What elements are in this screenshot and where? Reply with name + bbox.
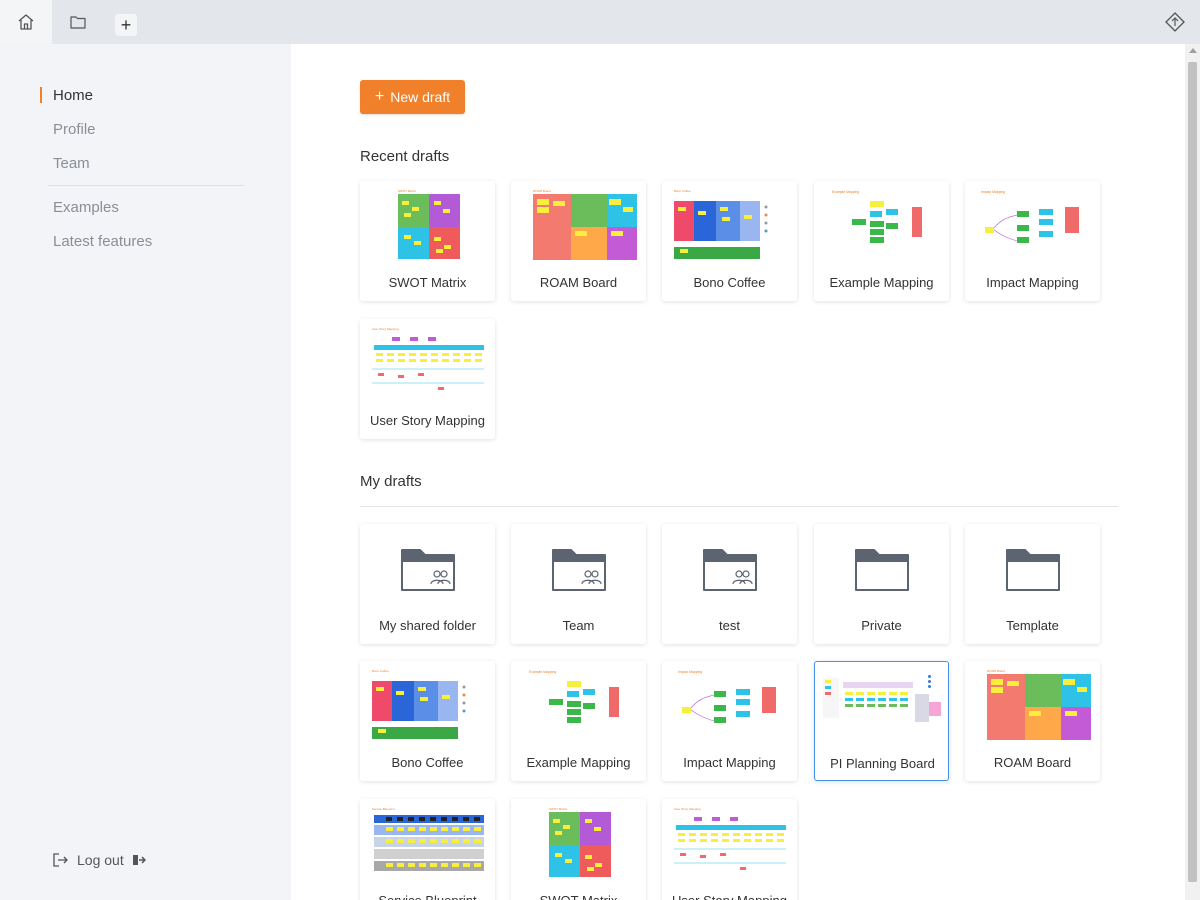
card-label: ROAM Board [993, 755, 1072, 770]
recent-draft-card-bono-coffee[interactable]: Bono Coffee Bono Coffee [662, 181, 797, 301]
diamond-logo-icon[interactable] [1164, 11, 1186, 33]
card-label: test [719, 618, 740, 633]
new-draft-button[interactable]: + New draft [360, 80, 465, 114]
draft-thumbnail: Example Mapping [519, 667, 638, 741]
folder-icon [852, 544, 912, 594]
logout-label: Log out [77, 852, 124, 868]
active-indicator [40, 87, 42, 103]
card-label: PI Planning Board [830, 756, 935, 771]
shared-folder-icon [549, 544, 609, 594]
svg-text:ROAM Board: ROAM Board [533, 189, 551, 193]
draft-thumbnail: Impact Mapping [670, 667, 789, 741]
draft-card-swot-matrix[interactable]: SWOT Matrix SWOT Matrix [511, 799, 646, 900]
plus-icon: + [374, 88, 385, 105]
draft-card-example-mapping[interactable]: Example Mapping Example Mapping [511, 661, 646, 781]
draft-thumbnail: ROAM Board [519, 187, 638, 261]
recent-draft-card-user-story-mapping[interactable]: User Story Mapping User Story Mapping [360, 319, 495, 439]
my-drafts-title: My drafts [360, 473, 422, 490]
folder-tab[interactable] [56, 0, 100, 44]
svg-text:Impact Mapping: Impact Mapping [678, 670, 702, 674]
card-label: Example Mapping [526, 755, 631, 770]
recent-drafts-title: Recent drafts [360, 148, 450, 165]
draft-card-service-blueprint[interactable]: Service Blueprint Service Blueprint [360, 799, 495, 900]
top-tab-bar: + [0, 0, 1200, 44]
home-tab[interactable] [0, 0, 52, 44]
folder-card-test[interactable]: test [662, 524, 797, 644]
svg-text:Bono Coffee: Bono Coffee [674, 189, 691, 193]
card-label: Bono Coffee [391, 755, 464, 770]
card-label: Impact Mapping [986, 275, 1079, 290]
svg-text:SWOT Matrix: SWOT Matrix [549, 807, 567, 811]
draft-thumbnail: SWOT Matrix [519, 805, 638, 879]
svg-text:Impact Mapping: Impact Mapping [981, 190, 1005, 194]
draft-card-roam-board[interactable]: ROAM Board ROAM Board [965, 661, 1100, 781]
card-label: My shared folder [379, 618, 476, 633]
card-label: Private [861, 618, 902, 633]
card-label: Service Blueprint [360, 893, 495, 900]
recent-draft-card-swot-matrix[interactable]: SWOT Matrix SWOT Matrix [360, 181, 495, 301]
home-icon [17, 13, 35, 31]
draft-thumbnail: User Story Mapping [368, 325, 487, 399]
card-label: SWOT Matrix [511, 893, 646, 900]
folder-icon [1003, 544, 1063, 594]
shared-folder-icon [398, 544, 458, 594]
draft-thumbnail: ROAM Board [973, 667, 1092, 741]
add-tab-button[interactable]: + [115, 14, 137, 36]
sidebar [0, 44, 291, 900]
card-label: User Story Mapping [662, 893, 797, 900]
draft-thumbnail: Bono Coffee [368, 667, 487, 741]
more-options-icon[interactable] [914, 668, 944, 694]
card-label: SWOT Matrix [388, 275, 467, 290]
shared-folder-icon [700, 544, 760, 594]
card-label: Template [1006, 618, 1059, 633]
scrollbar[interactable] [1185, 44, 1200, 900]
sidebar-divider [48, 185, 244, 186]
card-label: Bono Coffee [693, 275, 766, 290]
folder-card-template[interactable]: Template [965, 524, 1100, 644]
new-draft-label: New draft [390, 89, 451, 105]
sidebar-item-examples[interactable]: Examples [53, 199, 119, 216]
folder-card-team[interactable]: Team [511, 524, 646, 644]
draft-thumbnail: Impact Mapping [973, 187, 1092, 261]
folder-icon [70, 15, 86, 29]
recent-draft-card-roam-board[interactable]: ROAM Board ROAM Board [511, 181, 646, 301]
draft-thumbnail: Bono Coffee [670, 187, 789, 261]
card-label: ROAM Board [539, 275, 618, 290]
recent-draft-card-example-mapping[interactable]: Example Mapping Example Mapping [814, 181, 949, 301]
sidebar-item-home[interactable]: Home [53, 87, 93, 104]
logout-arrow-icon [132, 854, 146, 866]
card-label: Team [562, 618, 595, 633]
logout-button[interactable]: Log out [53, 852, 146, 868]
folder-card-my-shared-folder[interactable]: My shared folder [360, 524, 495, 644]
draft-thumbnail: SWOT Matrix [368, 187, 487, 261]
draft-card-bono-coffee[interactable]: Bono Coffee Bono Coffee [360, 661, 495, 781]
draft-card-impact-mapping[interactable]: Impact Mapping Impact Mapping [662, 661, 797, 781]
folder-card-private[interactable]: Private [814, 524, 949, 644]
svg-text:Example Mapping: Example Mapping [832, 190, 859, 194]
sidebar-item-team[interactable]: Team [53, 155, 90, 172]
card-label: Example Mapping [829, 275, 934, 290]
svg-text:Example Mapping: Example Mapping [529, 670, 556, 674]
card-label: Impact Mapping [683, 755, 776, 770]
recent-draft-card-impact-mapping[interactable]: Impact Mapping Impact Mapping [965, 181, 1100, 301]
card-label: User Story Mapping [370, 413, 485, 428]
svg-text:Bono Coffee: Bono Coffee [372, 669, 389, 673]
draft-card-user-story-mapping[interactable]: User Story Mapping User Story Mapping [662, 799, 797, 900]
draft-thumbnail: Example Mapping [822, 187, 941, 261]
sidebar-item-latest-features[interactable]: Latest features [53, 233, 152, 250]
sidebar-item-profile[interactable]: Profile [53, 121, 96, 138]
draft-card-pi-planning-board[interactable]: PI Planning Board [814, 661, 949, 781]
logout-door-icon [53, 853, 69, 867]
draft-thumbnail: User Story Mapping [670, 805, 789, 879]
svg-text:ROAM Board: ROAM Board [987, 669, 1005, 673]
svg-text:User Story Mapping: User Story Mapping [372, 327, 399, 331]
svg-text:SWOT Matrix: SWOT Matrix [398, 189, 416, 193]
draft-thumbnail: Service Blueprint [368, 805, 487, 879]
svg-text:User Story Mapping: User Story Mapping [674, 807, 701, 811]
svg-text:Service Blueprint: Service Blueprint [372, 807, 395, 811]
section-divider [360, 506, 1118, 507]
